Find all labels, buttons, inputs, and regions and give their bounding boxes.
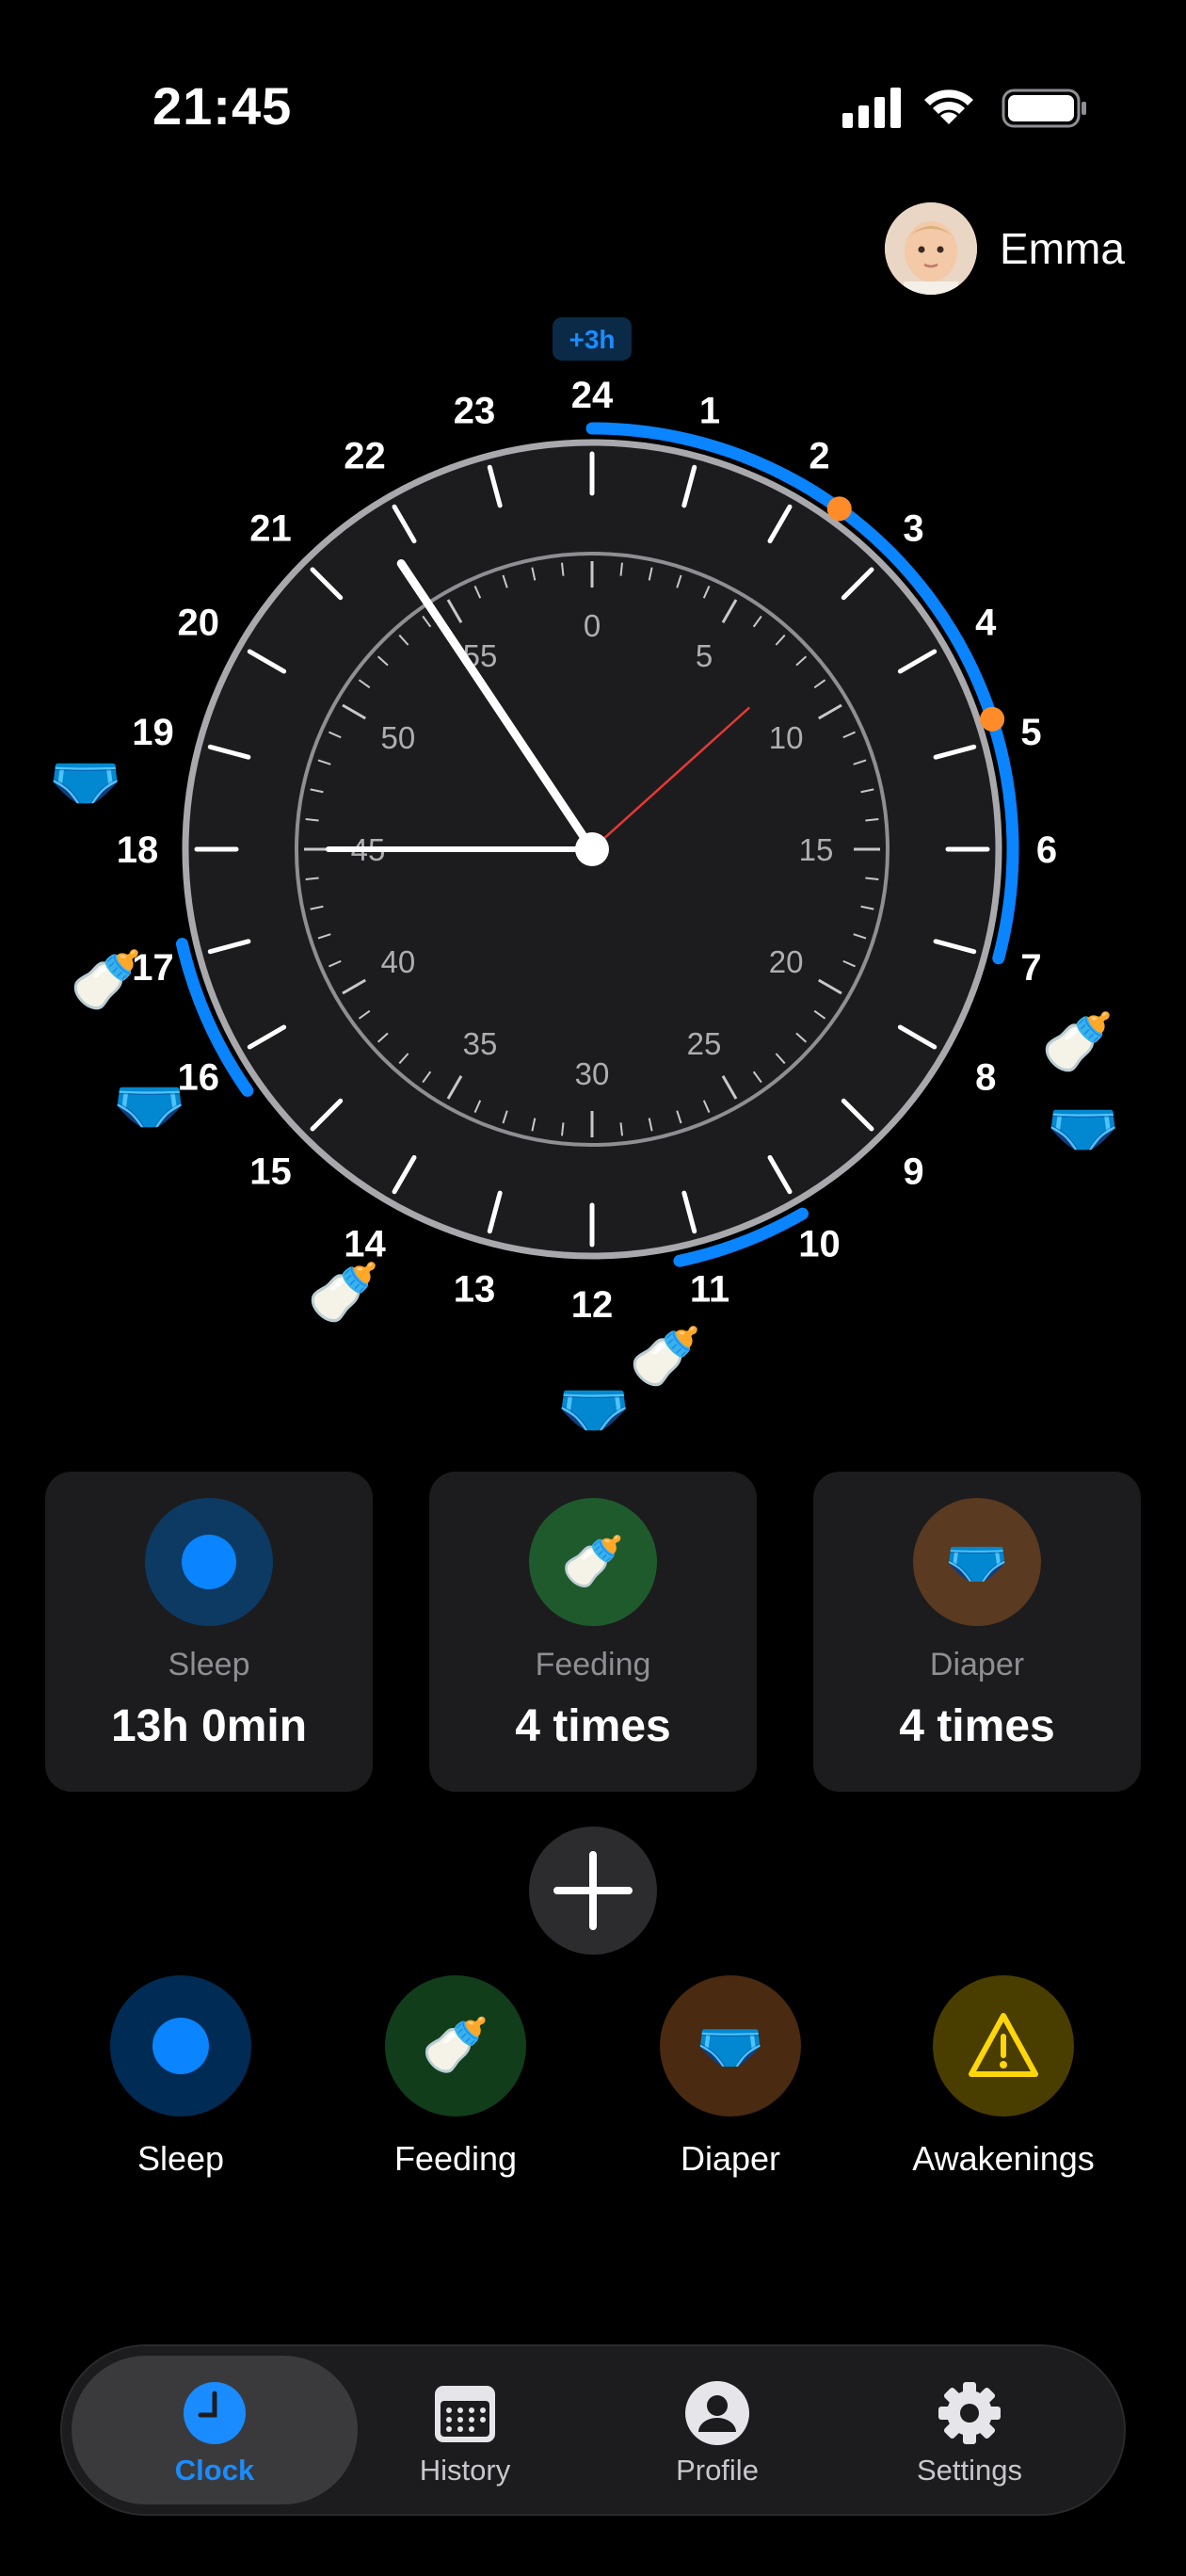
awakening-marker: [980, 706, 1005, 732]
sleep-dot-icon: [145, 1498, 273, 1626]
profile-switcher[interactable]: Emma: [885, 201, 1125, 296]
wifi-icon: [924, 89, 973, 124]
hour-label: 6: [1036, 829, 1057, 871]
hour-label: 19: [132, 712, 174, 753]
minute-label: 0: [584, 608, 601, 643]
stat-value: 4 times: [899, 1701, 1055, 1751]
feeding-stat-card[interactable]: 🍼 Feeding 4 times: [429, 1472, 757, 1792]
diaper-stat-card[interactable]: 🩲 Diaper 4 times: [813, 1472, 1141, 1792]
hour-label: 5: [1020, 712, 1041, 753]
tab-clock[interactable]: Clock: [73, 2359, 356, 2501]
log-awakening-button[interactable]: Awakenings: [890, 1975, 1116, 2179]
person-icon: [685, 2381, 749, 2445]
baby-bottle-icon: 🍼: [529, 1498, 657, 1626]
tab-profile[interactable]: Profile: [576, 2359, 858, 2501]
minute-label: 10: [769, 720, 804, 755]
tab-label: Clock: [174, 2454, 255, 2487]
stat-value: 13h 0min: [110, 1701, 308, 1751]
hour-label: 3: [903, 507, 923, 549]
hour-label: 13: [454, 1269, 496, 1311]
minute-label: 20: [769, 944, 804, 979]
action-label: Diaper: [680, 2139, 781, 2178]
minute-label: 15: [799, 832, 834, 867]
tab-settings[interactable]: Settings: [828, 2359, 1111, 2501]
hour-label: 11: [690, 1269, 729, 1311]
hour-label: 10: [798, 1223, 841, 1264]
hour-label: 12: [571, 1284, 614, 1326]
log-feeding-button[interactable]: 🍼 Feeding: [343, 1975, 569, 2179]
minute-label: 40: [381, 944, 416, 979]
status-time: 21:45: [152, 76, 293, 136]
action-label: Awakenings: [912, 2139, 1095, 2178]
tab-label: Settings: [916, 2454, 1022, 2487]
minute-label: 5: [696, 638, 713, 673]
action-label: Sleep: [136, 2139, 225, 2178]
clock-icon: [184, 2382, 246, 2444]
plus-icon: [553, 1851, 633, 1930]
stat-label: Sleep: [168, 1647, 250, 1682]
tab-label: Profile: [676, 2454, 759, 2487]
profile-name: Emma: [1000, 224, 1125, 273]
diaper-icon[interactable]: 🩲: [1047, 1098, 1119, 1156]
hour-label: 21: [249, 507, 292, 549]
sleep-dot-icon: [110, 1975, 251, 2117]
action-label: Feeding: [393, 2139, 518, 2178]
minute-label: 25: [687, 1026, 722, 1061]
baby-bottle-icon[interactable]: 🍼: [629, 1328, 701, 1386]
hour-label: 4: [975, 603, 997, 644]
diaper-icon[interactable]: 🩲: [49, 751, 121, 810]
hands-pivot: [575, 832, 609, 866]
diaper-icon: 🩲: [913, 1498, 1041, 1626]
offset-badge[interactable]: +3h: [553, 317, 632, 361]
baby-bottle-icon[interactable]: 🍼: [1041, 1013, 1114, 1071]
warning-icon: [933, 1975, 1074, 2117]
diaper-icon[interactable]: 🩲: [557, 1378, 630, 1437]
awakening-marker: [826, 496, 852, 522]
baby-bottle-icon: 🍼: [385, 1975, 526, 2117]
hour-label: 18: [117, 829, 159, 871]
log-sleep-button[interactable]: Sleep: [68, 1975, 294, 2179]
baby-bottle-icon[interactable]: 🍼: [70, 951, 142, 1009]
log-diaper-button[interactable]: 🩲 Diaper: [617, 1975, 843, 2179]
hour-label: 2: [809, 436, 829, 477]
hour-label: 22: [344, 436, 386, 477]
add-event-button[interactable]: [529, 1827, 657, 1955]
battery-icon: [1002, 89, 1086, 128]
minute-label: 30: [575, 1056, 610, 1091]
avatar: [885, 202, 977, 295]
tab-label: History: [419, 2454, 511, 2487]
stat-label: Diaper: [929, 1647, 1025, 1682]
calendar-icon: [435, 2386, 495, 2442]
diaper-icon: 🩲: [660, 1975, 801, 2117]
tab-history[interactable]: History: [324, 2359, 606, 2501]
sleep-clock[interactable]: +3h 24 1234567891011121314151617181920212…: [0, 301, 1186, 1469]
minute-label: 35: [463, 1026, 498, 1061]
sleep-stat-card[interactable]: Sleep 13h 0min: [45, 1472, 373, 1792]
hour-label: 8: [975, 1057, 996, 1099]
minute-label: 50: [381, 720, 416, 755]
baby-bottle-icon[interactable]: 🍼: [307, 1264, 379, 1322]
hour-label: 24: [571, 375, 614, 416]
diaper-icon[interactable]: 🩲: [113, 1075, 185, 1134]
hour-label: 9: [903, 1151, 923, 1193]
hour-label: 20: [177, 603, 219, 644]
status-icons: [842, 88, 1086, 128]
hour-label: 1: [699, 390, 720, 431]
stat-label: Feeding: [535, 1647, 651, 1682]
gear-icon: [938, 2382, 1001, 2444]
hour-label: 15: [249, 1151, 292, 1193]
offset-badge-text: +3h: [569, 325, 615, 354]
hour-label: 7: [1020, 947, 1041, 989]
hour-label: 23: [454, 390, 496, 431]
cellular-signal-icon: [842, 88, 901, 128]
stat-value: 4 times: [515, 1701, 671, 1751]
